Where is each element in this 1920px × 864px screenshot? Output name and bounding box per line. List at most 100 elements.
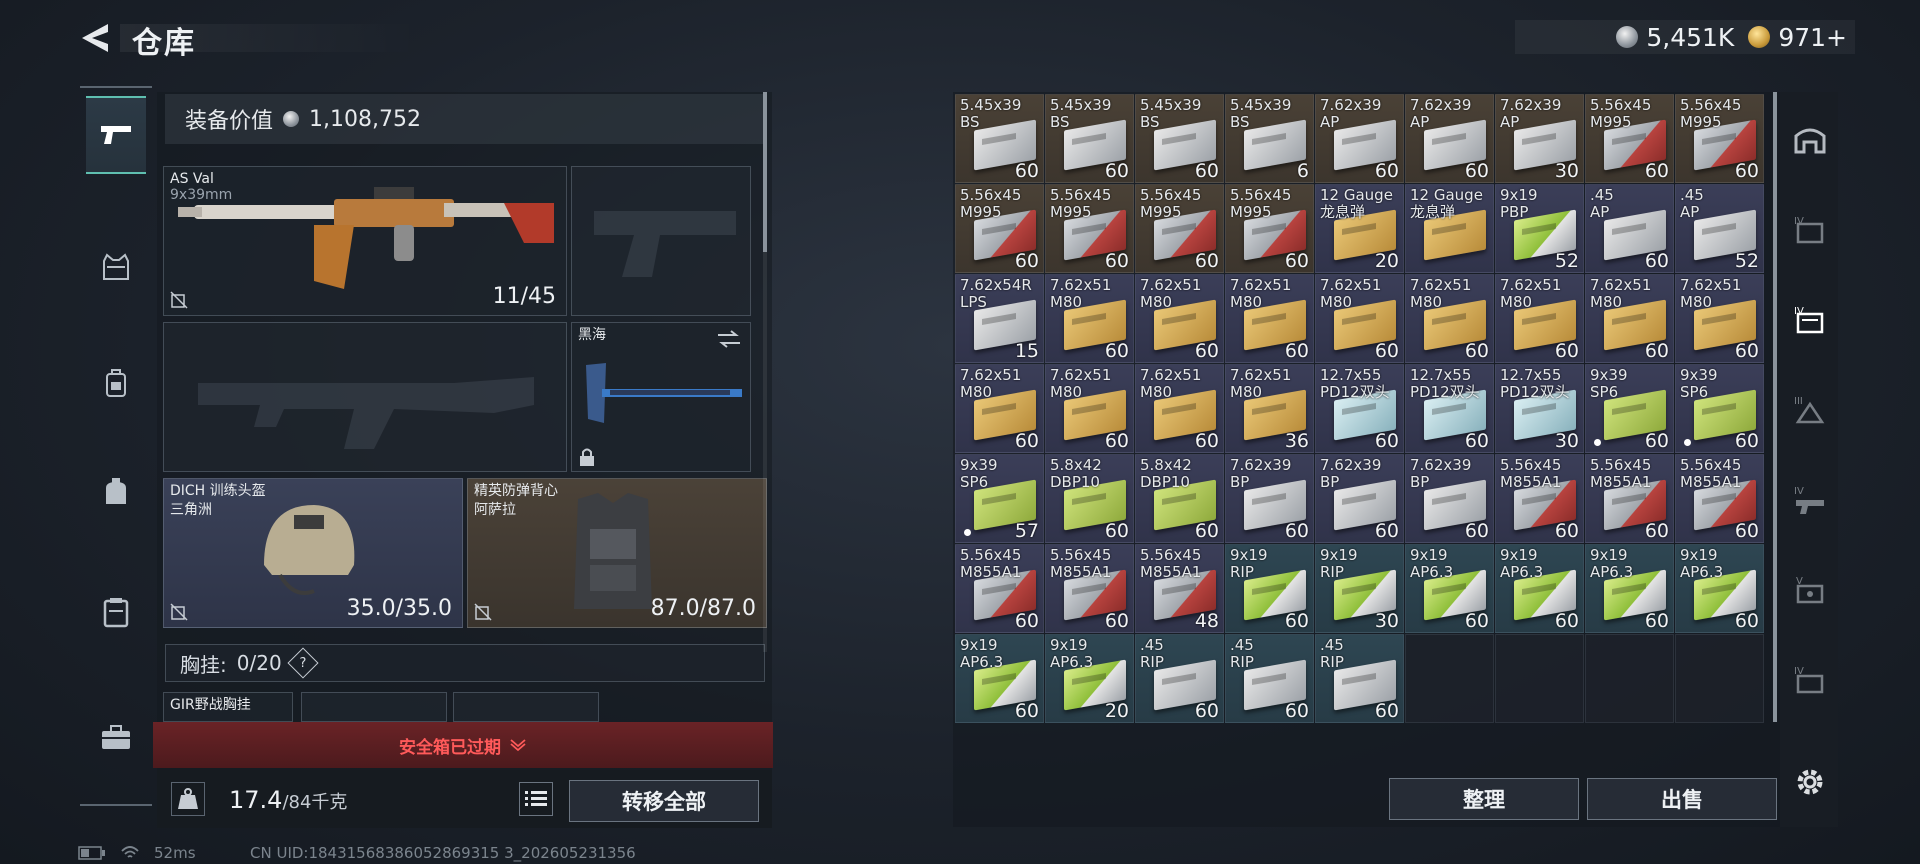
stash-tab-page-6[interactable]: IV bbox=[1790, 660, 1830, 700]
secondary-weapon-slot[interactable] bbox=[571, 166, 751, 316]
primary-weapon-slot[interactable]: AS Val 9x39mm 11/45 bbox=[163, 166, 567, 316]
stash-item-cell[interactable]: 7.62x51 M80 36 bbox=[1225, 364, 1314, 453]
stash-item-cell[interactable]: 7.62x51 M80 60 bbox=[1675, 274, 1764, 363]
stash-tab-page-3[interactable]: III bbox=[1790, 390, 1830, 430]
stash-item-cell[interactable]: 12 Gauge 龙息弹 20 bbox=[1315, 184, 1404, 273]
rail-tab-container[interactable] bbox=[86, 573, 146, 651]
stash-item-cell[interactable]: 5.56x45 M855A1 60 bbox=[1045, 544, 1134, 633]
stash-tab-safehouse[interactable] bbox=[1790, 120, 1830, 160]
stash-item-cell[interactable]: 9x19 AP6.3 20 bbox=[1045, 634, 1134, 723]
gold-currency[interactable]: 971+ bbox=[1748, 23, 1847, 52]
stash-item-cell[interactable]: 9x19 AP6.3 60 bbox=[1585, 544, 1674, 633]
stash-item-cell[interactable]: 5.56x45 M995 60 bbox=[1225, 184, 1314, 273]
rig-empty-slot[interactable] bbox=[301, 692, 447, 722]
stash-item-cell[interactable]: .45 AP 60 bbox=[1585, 184, 1674, 273]
back-button[interactable] bbox=[78, 20, 114, 56]
stash-item-cell[interactable]: 5.56x45 M995 60 bbox=[1135, 184, 1224, 273]
rail-tab-toolbox[interactable] bbox=[86, 698, 146, 776]
stash-tab-page-2[interactable]: IV bbox=[1790, 300, 1830, 340]
rail-tab-armor[interactable] bbox=[86, 228, 146, 306]
stash-item-cell[interactable]: 9x39 SP6 60 bbox=[1675, 364, 1764, 453]
stash-tab-page-5[interactable]: V bbox=[1790, 570, 1830, 610]
stash-item-cell[interactable]: 5.45x39 BS 6 bbox=[1225, 94, 1314, 183]
stash-empty-cell[interactable] bbox=[1675, 634, 1764, 723]
stash-item-cell[interactable]: 5.8x42 DBP10 60 bbox=[1045, 454, 1134, 543]
stash-tab-page-4[interactable]: IV bbox=[1790, 480, 1830, 520]
stash-item-cell[interactable]: 5.8x42 DBP10 60 bbox=[1135, 454, 1224, 543]
helmet-slot[interactable]: DICH 训练头盔 三角洲 35.0/35.0 bbox=[163, 478, 463, 628]
stash-item-cell[interactable]: 7.62x51 M80 60 bbox=[955, 364, 1044, 453]
scroll-thumb[interactable] bbox=[763, 92, 767, 252]
stash-item-cell[interactable]: 7.62x51 M80 60 bbox=[1045, 364, 1134, 453]
stash-item-cell[interactable]: 7.62x51 M80 60 bbox=[1225, 274, 1314, 363]
stash-item-cell[interactable]: 5.45x39 BS 60 bbox=[955, 94, 1044, 183]
stash-item-cell[interactable]: 5.45x39 BS 60 bbox=[1135, 94, 1224, 183]
rig-empty-slot[interactable] bbox=[453, 692, 599, 722]
stash-item-cell[interactable]: 9x39 SP6 57 bbox=[955, 454, 1044, 543]
stash-item-cell[interactable]: 7.62x51 M80 60 bbox=[1315, 274, 1404, 363]
stash-item-cell[interactable]: 7.62x51 M80 60 bbox=[1495, 274, 1584, 363]
sort-button[interactable]: 整理 bbox=[1389, 778, 1579, 820]
stash-tab-page-1[interactable]: IV bbox=[1790, 210, 1830, 250]
stash-item-cell[interactable]: 7.62x39 AP 60 bbox=[1315, 94, 1404, 183]
stash-item-cell[interactable]: 5.45x39 BS 60 bbox=[1045, 94, 1134, 183]
stash-item-cell[interactable]: 9x19 AP6.3 60 bbox=[1495, 544, 1584, 633]
stash-item-cell[interactable]: 7.62x51 M80 60 bbox=[1405, 274, 1494, 363]
stash-item-cell[interactable]: 7.62x54R LPS 15 bbox=[955, 274, 1044, 363]
stash-item-cell[interactable]: 5.56x45 M995 60 bbox=[1045, 184, 1134, 273]
stash-item-cell[interactable]: 12.7x55 PD12双头 60 bbox=[1315, 364, 1404, 453]
stash-item-cell[interactable]: 5.56x45 M995 60 bbox=[955, 184, 1044, 273]
stash-item-cell[interactable]: 9x39 SP6 60 bbox=[1585, 364, 1674, 453]
stash-item-cell[interactable]: 12.7x55 PD12双头 30 bbox=[1495, 364, 1584, 453]
stash-item-cell[interactable]: .45 RIP 60 bbox=[1225, 634, 1314, 723]
melee-slot[interactable]: 黑海 bbox=[571, 322, 751, 472]
sell-button[interactable]: 出售 bbox=[1587, 778, 1777, 820]
stash-item-cell[interactable]: .45 AP 52 bbox=[1675, 184, 1764, 273]
scroll-thumb[interactable] bbox=[1773, 92, 1777, 722]
stash-scrollbar[interactable] bbox=[1773, 92, 1777, 722]
secondary-primary-slot[interactable] bbox=[163, 322, 567, 472]
stash-item-cell[interactable]: 5.56x45 M995 60 bbox=[1675, 94, 1764, 183]
rail-tab-backpack[interactable] bbox=[86, 343, 146, 421]
rail-tab-weapons[interactable] bbox=[86, 96, 146, 174]
transfer-all-button[interactable]: 转移全部 bbox=[569, 780, 759, 822]
stash-item-cell[interactable]: 12 Gauge 龙息弹 bbox=[1405, 184, 1494, 273]
stash-item-cell[interactable]: 12.7x55 PD12双头 60 bbox=[1405, 364, 1494, 453]
stash-item-cell[interactable]: 7.62x39 BP 60 bbox=[1315, 454, 1404, 543]
stash-empty-cell[interactable] bbox=[1405, 634, 1494, 723]
rig-item[interactable]: GIR野战胸挂 bbox=[163, 692, 293, 722]
stash-item-cell[interactable]: 7.62x39 AP 30 bbox=[1495, 94, 1584, 183]
stash-item-cell[interactable]: 9x19 RIP 30 bbox=[1315, 544, 1404, 633]
stash-item-cell[interactable]: 7.62x51 M80 60 bbox=[1135, 274, 1224, 363]
item-count: 57 bbox=[1014, 520, 1039, 542]
swap-icon[interactable] bbox=[716, 329, 742, 349]
stash-item-cell[interactable]: 5.56x45 M855A1 60 bbox=[1675, 454, 1764, 543]
help-icon[interactable]: ? bbox=[287, 647, 319, 679]
stash-item-cell[interactable]: 9x19 AP6.3 60 bbox=[1405, 544, 1494, 633]
list-view-button[interactable] bbox=[519, 782, 553, 816]
stash-empty-cell[interactable] bbox=[1495, 634, 1584, 723]
stash-item-cell[interactable]: 7.62x51 M80 60 bbox=[1045, 274, 1134, 363]
stash-item-cell[interactable]: 9x19 AP6.3 60 bbox=[1675, 544, 1764, 633]
stash-item-cell[interactable]: 5.56x45 M855A1 60 bbox=[1495, 454, 1584, 543]
safebox-expired-banner[interactable]: 安全箱已过期 bbox=[153, 722, 773, 768]
stash-item-cell[interactable]: 5.56x45 M855A1 60 bbox=[955, 544, 1044, 633]
stash-item-cell[interactable]: 7.62x39 AP 60 bbox=[1405, 94, 1494, 183]
stash-item-cell[interactable]: 7.62x39 BP 60 bbox=[1405, 454, 1494, 543]
stash-item-cell[interactable]: 9x19 AP6.3 60 bbox=[955, 634, 1044, 723]
stash-item-cell[interactable]: 7.62x39 BP 60 bbox=[1225, 454, 1314, 543]
armor-slot[interactable]: 精英防弹背心 阿萨拉 87.0/87.0 bbox=[467, 478, 767, 628]
stash-item-cell[interactable]: 7.62x51 M80 60 bbox=[1135, 364, 1224, 453]
stash-item-cell[interactable]: 9x19 PBP 52 bbox=[1495, 184, 1584, 273]
rail-tab-bag[interactable] bbox=[86, 453, 146, 531]
stash-empty-cell[interactable] bbox=[1585, 634, 1674, 723]
stash-item-cell[interactable]: 9x19 RIP 60 bbox=[1225, 544, 1314, 633]
stash-item-cell[interactable]: 5.56x45 M995 60 bbox=[1585, 94, 1674, 183]
loadout-scrollbar[interactable] bbox=[763, 92, 767, 652]
stash-item-cell[interactable]: .45 RIP 60 bbox=[1315, 634, 1404, 723]
stash-item-cell[interactable]: 5.56x45 M855A1 48 bbox=[1135, 544, 1224, 633]
stash-item-cell[interactable]: 5.56x45 M855A1 60 bbox=[1585, 454, 1674, 543]
stash-item-cell[interactable]: .45 RIP 60 bbox=[1135, 634, 1224, 723]
settings-button[interactable] bbox=[1790, 762, 1830, 802]
stash-item-cell[interactable]: 7.62x51 M80 60 bbox=[1585, 274, 1674, 363]
